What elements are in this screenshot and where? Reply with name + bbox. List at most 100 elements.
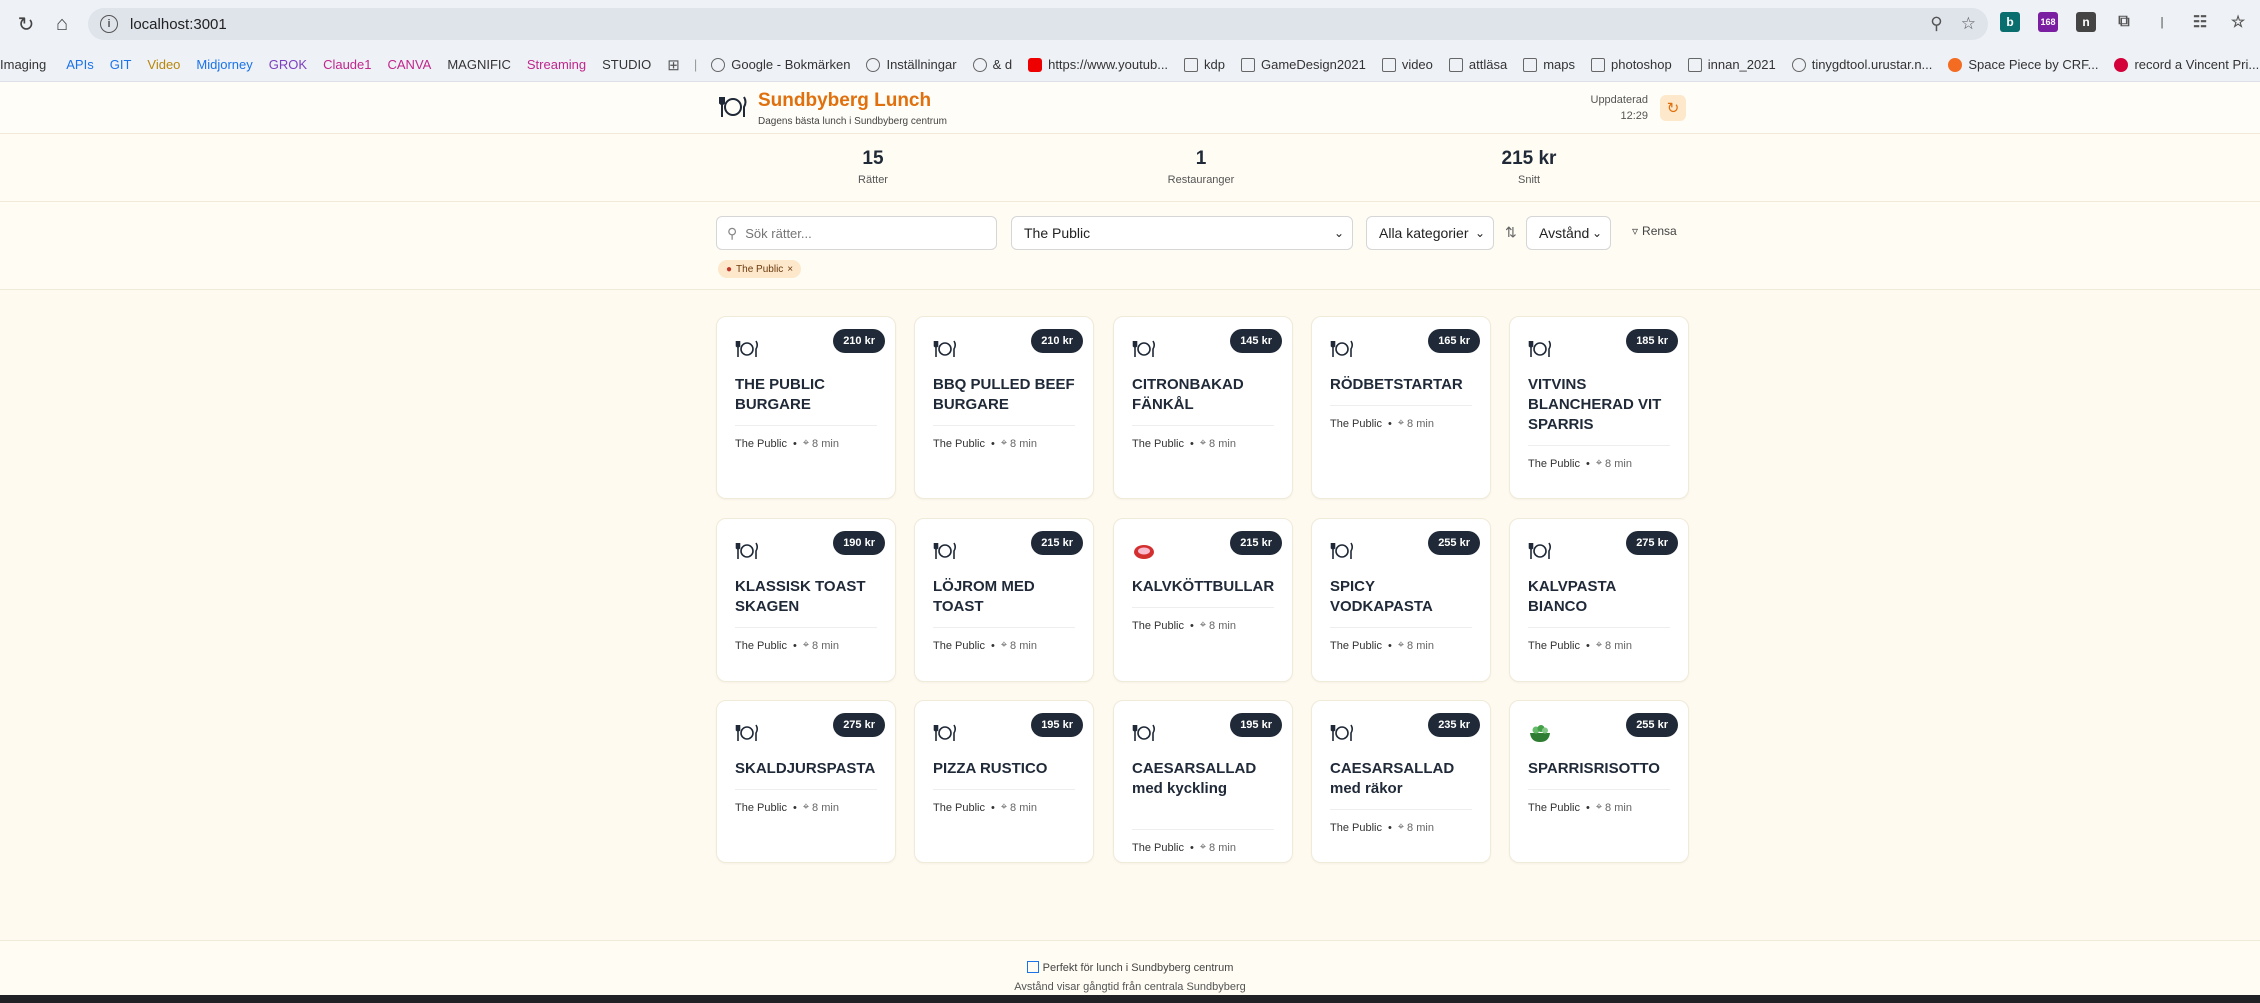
apps-grid-icon[interactable]: ⊞: [667, 56, 680, 74]
bookmark-item[interactable]: tinygdtool.urustar.n...: [1791, 57, 1932, 72]
distance: ⌖ 8 min: [1200, 619, 1236, 632]
media-control-icon[interactable]: ☷: [2190, 12, 2210, 32]
bookmark-label: CANVA: [387, 57, 432, 72]
bookmark-item[interactable]: MAGNIFIC: [447, 57, 511, 72]
dish-meta: The Public • ⌖ 8 min: [735, 639, 839, 652]
dish-meta: The Public • ⌖ 8 min: [933, 639, 1037, 652]
distance-value: 8 min: [1010, 437, 1037, 450]
dish-meta: The Public • ⌖ 8 min: [1330, 821, 1434, 834]
extension-badge-icon[interactable]: 168: [2038, 12, 2058, 32]
bookmark-item[interactable]: GROK: [269, 57, 307, 72]
bookmark-label: attläsa: [1468, 57, 1508, 72]
restaurant-select[interactable]: The Public ⌄: [1011, 216, 1353, 250]
sort-icon[interactable]: ⇅: [1505, 224, 1517, 241]
dish-card[interactable]: 195 kr PIZZA RUSTICO The Public • ⌖ 8 min: [914, 700, 1094, 863]
dish-card[interactable]: 255 kr SPARRISRISOTTO The Public • ⌖ 8 min: [1509, 700, 1689, 863]
bookmark-item[interactable]: photoshop: [1591, 57, 1672, 72]
distance-value: 8 min: [1209, 619, 1236, 632]
bookmark-item[interactable]: Space Piece by CRF...: [1948, 57, 2098, 72]
dish-card[interactable]: 255 kr SPICY VODKAPASTA The Public • ⌖ 8 min: [1311, 518, 1491, 682]
address-bar[interactable]: i localhost:3001 ⚲ ☆: [88, 8, 1988, 40]
zoom-icon[interactable]: ⚲: [1930, 14, 1942, 34]
bookmark-label: https://www.youtub...: [1048, 57, 1169, 72]
dish-card[interactable]: 215 kr KALVKÖTTBULLAR The Public • ⌖ 8 min: [1113, 518, 1293, 682]
refresh-button[interactable]: ↻: [1660, 95, 1686, 121]
dish-card[interactable]: 145 kr CITRONBAKAD FÄNKÅL The Public • ⌖ 8 mi…: [1113, 316, 1293, 499]
search-box[interactable]: ⚲: [716, 216, 997, 250]
plate-icon: [1330, 542, 1354, 559]
bookmark-item[interactable]: APIs: [66, 57, 93, 72]
dish-card[interactable]: 210 kr THE PUBLIC BURGARE The Public • ⌖ 8 mi…: [716, 316, 896, 499]
sort-select[interactable]: Avstånd ⌄: [1526, 216, 1611, 250]
category-select[interactable]: Alla kategorier ⌄: [1366, 216, 1494, 250]
stat-value: 1: [1195, 148, 1207, 169]
bookmark-item[interactable]: GIT: [110, 57, 132, 72]
distance-value: 8 min: [1209, 437, 1236, 450]
youtube-icon: [1028, 57, 1043, 72]
chevron-down-icon: ⌄: [1333, 226, 1344, 240]
filter-bar: ⚲ The Public ⌄ Alla kategorier ⌄ ⇅ Avstå…: [0, 202, 2260, 290]
distance: ⌖ 8 min: [1398, 821, 1434, 834]
home-icon[interactable]: ⌂: [44, 6, 80, 42]
dish-card[interactable]: 185 kr VITVINS BLANCHERAD VIT SPARRIS The …: [1509, 316, 1689, 499]
bookmark-star-icon[interactable]: ☆: [1961, 14, 1976, 34]
bookmark-item[interactable]: Video: [147, 57, 180, 72]
bookmark-label: MAGNIFIC: [447, 57, 511, 72]
bookmark-label: APIs: [66, 57, 94, 72]
extensions-puzzle-icon[interactable]: ⧉: [2114, 12, 2134, 32]
bookmark-item[interactable]: video: [1381, 57, 1433, 72]
bookmark-item[interactable]: https://www.youtub...: [1028, 57, 1168, 72]
bookmark-item[interactable]: innan_2021: [1687, 57, 1776, 72]
restaurant-name: The Public: [1132, 619, 1184, 632]
site-info-icon[interactable]: i: [100, 15, 118, 33]
dish-card[interactable]: 165 kr RÖDBETSTARTAR The Public • ⌖ 8 min: [1311, 316, 1491, 499]
site-icon: [711, 57, 726, 72]
reset-filters-button[interactable]: ▿ Rensa: [1632, 224, 1677, 238]
dish-card[interactable]: 275 kr KALVPASTA BIANCO The Public • ⌖ 8 min: [1509, 518, 1689, 682]
search-input[interactable]: [745, 225, 976, 241]
bookmark-item[interactable]: Midjorney: [196, 57, 252, 72]
bookmark-item[interactable]: CANVA: [388, 57, 432, 72]
location-pin-icon: ⌖: [1199, 437, 1207, 449]
distance-value: 8 min: [1209, 841, 1236, 854]
location-pin-icon: ⌖: [802, 437, 810, 449]
dish-card[interactable]: 195 kr CAESARSALLAD med kyckling The Publi…: [1113, 700, 1293, 863]
bookmark-label: Video: [147, 57, 181, 72]
reload-icon[interactable]: ↻: [8, 6, 44, 42]
bookmark-item[interactable]: Inställningar: [866, 57, 957, 72]
bookmark-item[interactable]: STUDIO: [602, 57, 651, 72]
folder-icon: [1381, 57, 1396, 72]
dish-card[interactable]: 190 kr KLASSISK TOAST SKAGEN The Public • ⌖ 8…: [716, 518, 896, 682]
bookmark-item[interactable]: & d: [972, 57, 1012, 72]
active-filter-chip[interactable]: ● The Public ×: [718, 260, 802, 278]
distance: ⌖ 8 min: [803, 639, 839, 652]
dish-name: KALVKÖTTBULLAR: [1132, 578, 1275, 595]
meat-icon: [1134, 545, 1154, 559]
dish-card[interactable]: 210 kr BBQ PULLED BEEF BURGARE The Public •…: [914, 316, 1094, 499]
bookmark-item[interactable]: record a Vincent Pri...: [2114, 57, 2259, 72]
footer-line-1: Perfekt för lunch i Sundbyberg centrum: [0, 961, 2260, 974]
extension-b-icon[interactable]: b: [2000, 12, 2020, 32]
chip-close-icon[interactable]: ×: [787, 264, 793, 275]
bookmark-item[interactable]: Google - Bokmärken: [711, 57, 850, 72]
bookmark-label: Google - Bokmärken: [731, 57, 851, 72]
extension-n-icon[interactable]: n: [2076, 12, 2096, 32]
distance: ⌖ 8 min: [1200, 841, 1236, 854]
dish-card[interactable]: 235 kr CAESARSALLAD med räkor The Public • ⌖…: [1311, 700, 1491, 863]
price-badge: 210 kr: [1031, 329, 1083, 353]
bookmark-item[interactable]: kdp: [1184, 57, 1225, 72]
bookmark-item[interactable]: Claude1: [323, 57, 371, 72]
price-badge: 195 kr: [1031, 713, 1083, 737]
bookmark-item[interactable]: GameDesign2021: [1241, 57, 1366, 72]
bookmark-item[interactable]: Imaging: [0, 57, 46, 72]
bookmark-item[interactable]: Streaming: [527, 57, 586, 72]
bookmark-item[interactable]: maps: [1523, 57, 1575, 72]
meta-dot: •: [1387, 821, 1392, 834]
dish-card[interactable]: 275 kr SKALDJURSPASTA The Public • ⌖ 8 min: [716, 700, 896, 863]
dish-card[interactable]: 215 kr LÖJROM MED TOAST The Public • ⌖ 8 min: [914, 518, 1094, 682]
dish-name: LÖJROM MED TOAST: [933, 578, 1035, 615]
favorites-icon[interactable]: ☆: [2228, 12, 2248, 32]
location-pin-icon: ⌖: [1000, 801, 1008, 813]
dish-name: SKALDJURSPASTA: [735, 760, 876, 777]
bookmark-item[interactable]: attläsa: [1448, 57, 1508, 72]
